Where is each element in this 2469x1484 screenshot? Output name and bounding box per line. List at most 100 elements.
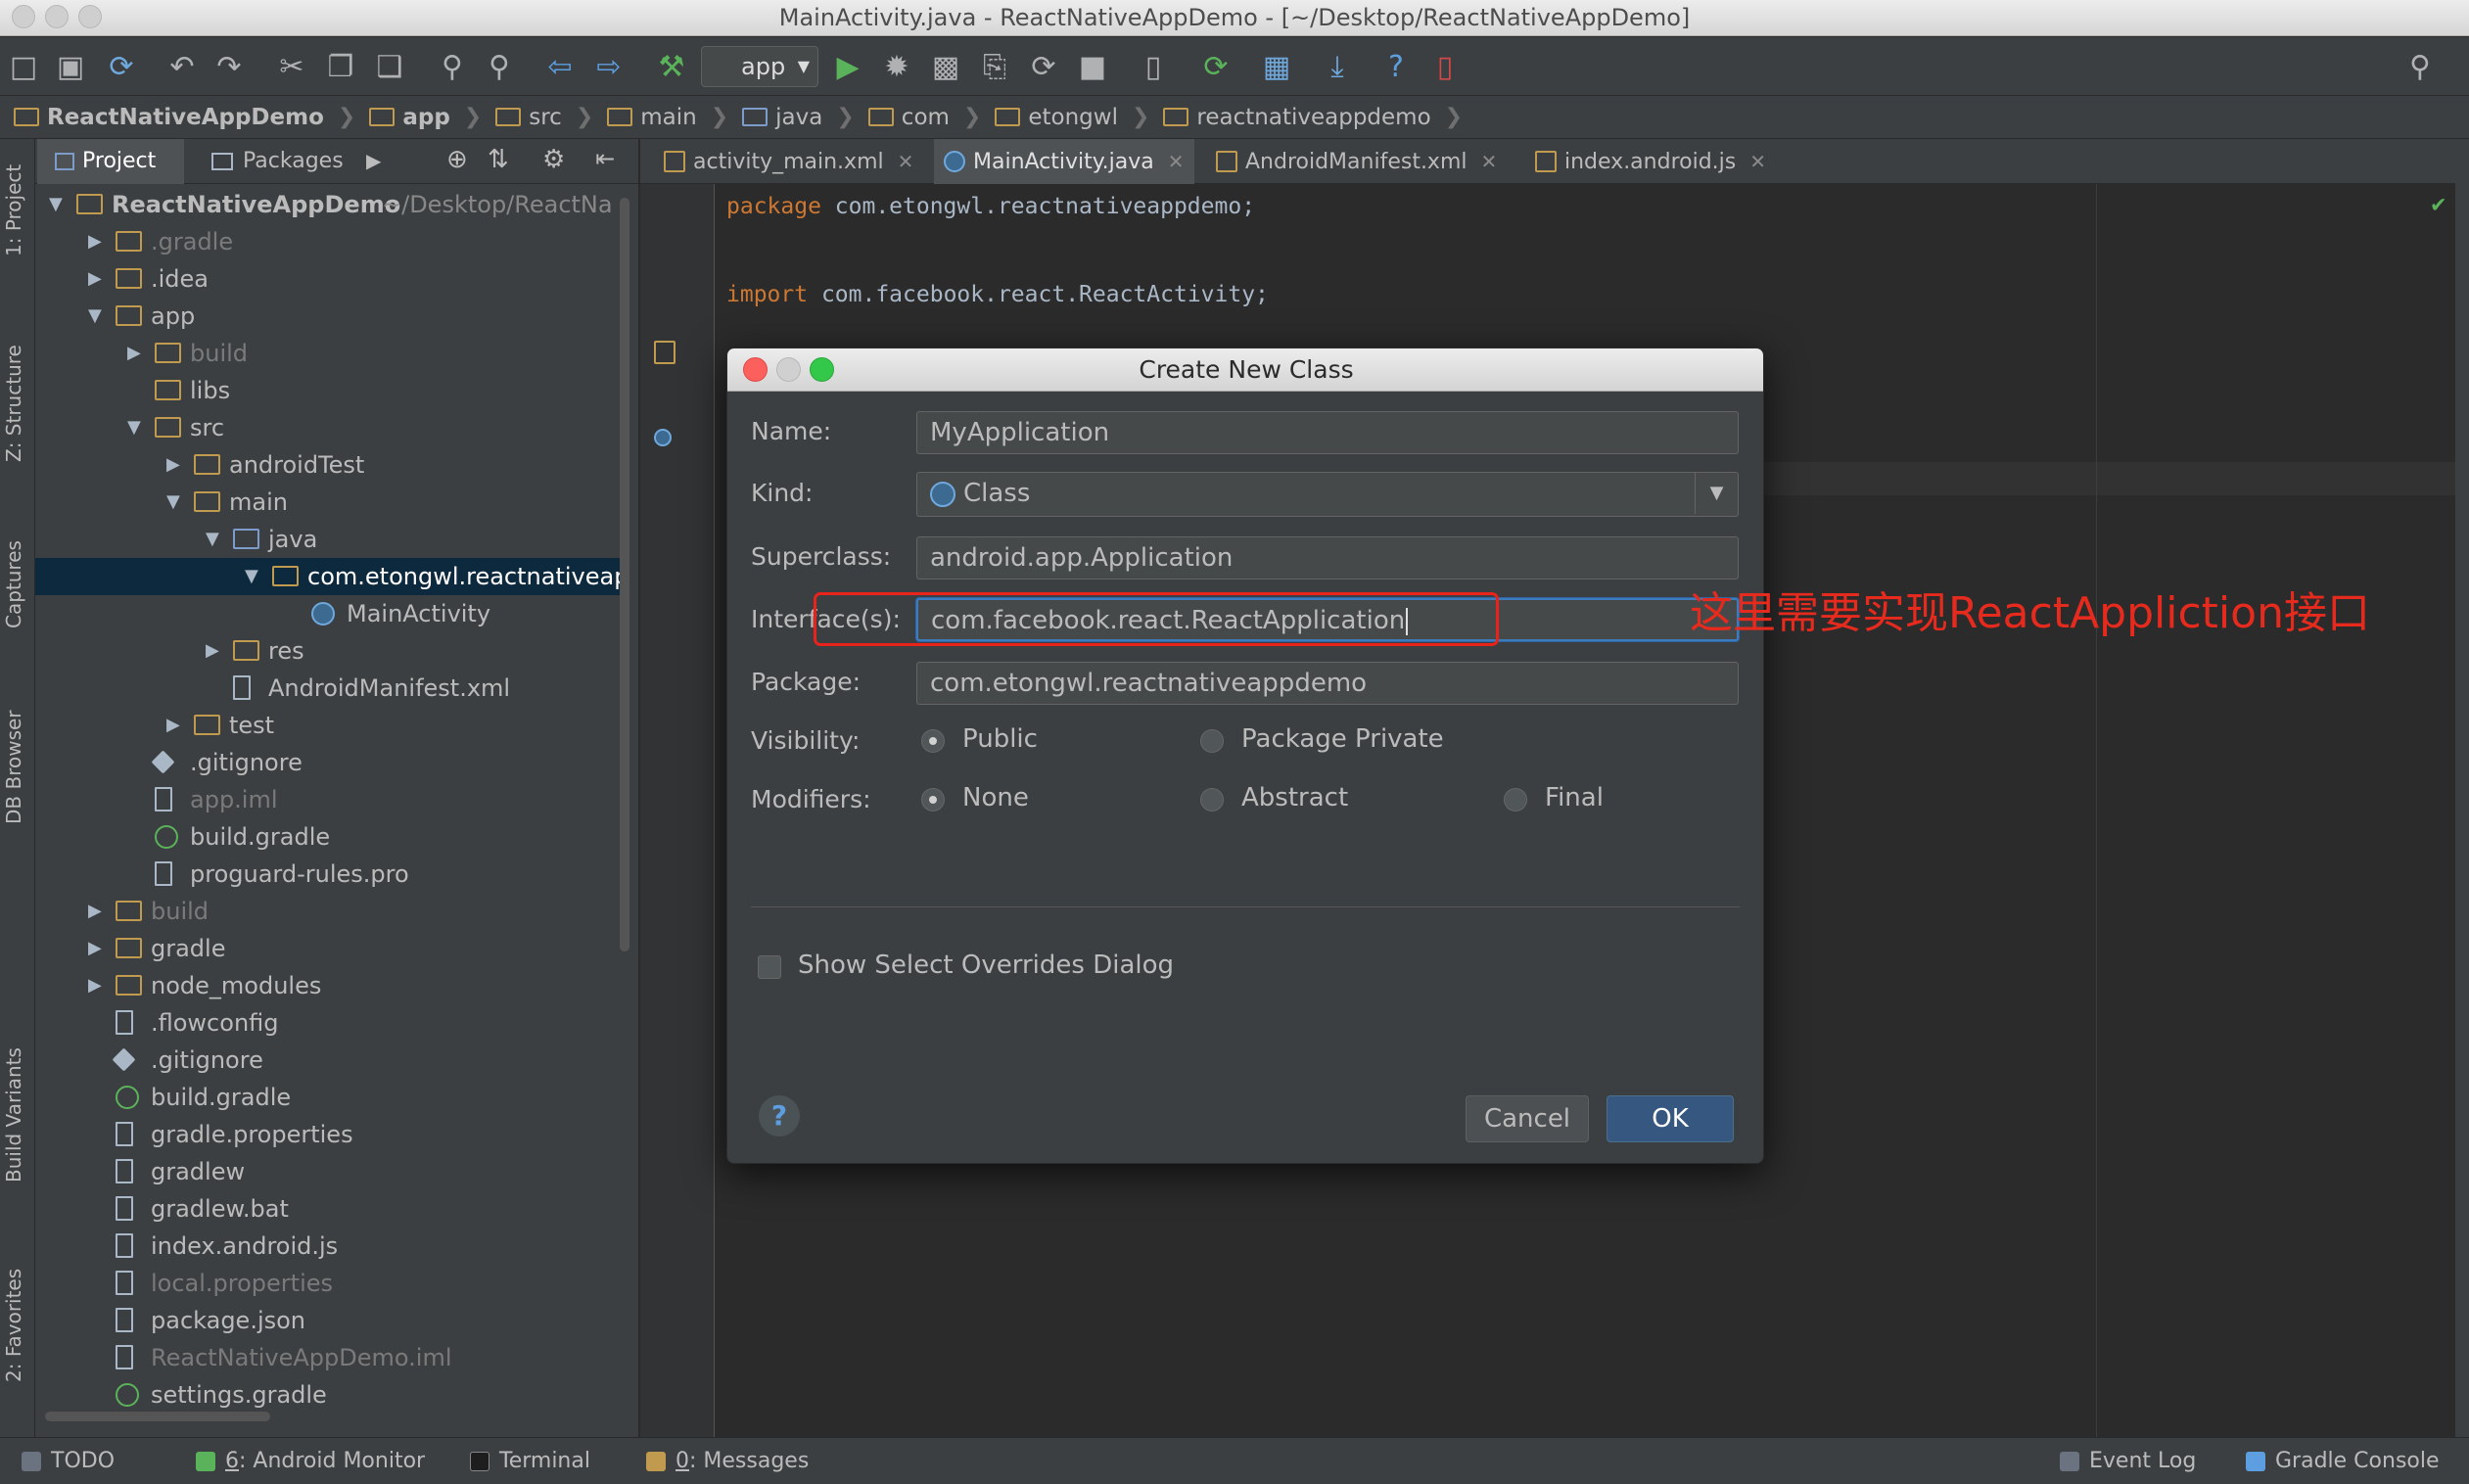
expand-arrow-icon[interactable]: ▼ [166, 484, 180, 521]
cut-icon[interactable]: ✂ [272, 47, 311, 86]
help-button[interactable]: ? [759, 1095, 800, 1136]
tree-item[interactable]: AndroidManifest.xml [35, 670, 628, 707]
tree-item[interactable]: local.properties [35, 1265, 628, 1302]
zoom-dialog-icon[interactable] [810, 357, 834, 382]
expand-arrow-icon[interactable]: ▼ [206, 521, 219, 558]
modifier-none-label[interactable]: None [962, 783, 1029, 812]
tree-item[interactable]: ▶ node_modules [35, 967, 628, 1004]
collapse-arrow-icon[interactable]: ▶ [166, 446, 180, 484]
undo-icon[interactable]: ↶ [163, 47, 202, 86]
visibility-package-private-radio[interactable] [1200, 729, 1224, 753]
tree-item[interactable]: MainActivity [35, 595, 628, 632]
tree-item[interactable]: proguard-rules.pro [35, 856, 628, 893]
name-field[interactable]: MyApplication [916, 411, 1739, 454]
tree-item[interactable]: ReactNativeAppDemo.iml [35, 1339, 628, 1376]
gradle-sync-icon[interactable]: ⟳ [1196, 47, 1235, 86]
tree-item[interactable]: build.gradle [35, 1079, 628, 1116]
tree-item[interactable]: ▼ java [35, 521, 628, 558]
hide-panel-icon[interactable]: ⇤ [595, 145, 615, 172]
tree-item[interactable]: gradlew.bat [35, 1190, 628, 1228]
modifier-final-radio[interactable] [1504, 788, 1527, 812]
modifier-abstract-radio[interactable] [1200, 788, 1224, 812]
tree-item[interactable]: app.iml [35, 781, 628, 818]
visibility-package-private-label[interactable]: Package Private [1241, 724, 1444, 754]
tree-item[interactable]: index.android.js [35, 1228, 628, 1265]
zoom-window-icon[interactable] [78, 5, 102, 28]
coverage-icon[interactable]: ▩ [926, 47, 965, 86]
tool-tab-event-log[interactable]: Event Log [2056, 1438, 2196, 1484]
close-window-icon[interactable] [12, 5, 35, 28]
tree-item[interactable]: ▶ gradle [35, 930, 628, 967]
expand-arrow-icon[interactable]: ▼ [88, 298, 102, 335]
redo-icon[interactable]: ↷ [210, 47, 249, 86]
modifier-none-radio[interactable] [921, 788, 945, 812]
collapse-arrow-icon[interactable]: ▶ [127, 335, 141, 372]
device-icon[interactable]: ▯ [1425, 47, 1465, 86]
visibility-public-radio[interactable] [921, 729, 945, 753]
show-overrides-checkbox[interactable] [758, 955, 781, 979]
copy-icon[interactable]: ❐ [321, 47, 360, 86]
tree-item[interactable]: ▼ com.etongwl.reactnativeap [35, 558, 628, 595]
collapse-arrow-icon[interactable]: ▶ [88, 967, 102, 1004]
breadcrumb-item[interactable]: src [495, 105, 562, 130]
override-marker-icon[interactable] [654, 429, 672, 446]
tool-tab-structure[interactable]: Z: Structure [2, 345, 25, 462]
ok-button[interactable]: OK [1607, 1095, 1734, 1142]
project-structure-icon[interactable]: ▦ [1257, 47, 1296, 86]
breadcrumb-item[interactable]: com [867, 105, 950, 130]
tool-tab-db-browser[interactable]: DB Browser [2, 710, 25, 824]
tree-item[interactable]: build.gradle [35, 818, 628, 856]
breadcrumb-item[interactable]: ReactNativeAppDemo [14, 105, 324, 130]
help-icon[interactable]: ? [1376, 47, 1416, 86]
breadcrumb-item[interactable]: app [369, 105, 450, 130]
debug-icon[interactable]: ✹ [877, 47, 916, 86]
search-everywhere-icon[interactable]: ⚲ [2400, 47, 2440, 86]
tree-item[interactable]: package.json [35, 1302, 628, 1339]
tree-item[interactable]: gradlew [35, 1153, 628, 1190]
forward-icon[interactable]: ⇨ [589, 47, 629, 86]
tool-tab-gradle-console[interactable]: Gradle Console [2242, 1438, 2440, 1484]
breadcrumb-item[interactable]: etongwl [995, 105, 1118, 130]
close-tab-icon[interactable]: ✕ [1749, 150, 1766, 173]
tool-tab-todo[interactable]: TODO [18, 1438, 115, 1484]
collapse-arrow-icon[interactable]: ▶ [88, 223, 102, 260]
tree-item[interactable]: gradle.properties [35, 1116, 628, 1153]
tab-activity-main-xml[interactable]: activity_main.xml ✕ [654, 139, 918, 184]
run-configuration-select[interactable]: app ▼ [701, 46, 818, 87]
cancel-button[interactable]: Cancel [1466, 1095, 1589, 1142]
run-icon[interactable]: ▶ [828, 47, 867, 86]
tab-packages[interactable]: Packages [198, 139, 374, 184]
chevron-right-icon[interactable]: ▶ [366, 149, 381, 172]
close-tab-icon[interactable]: ✕ [1481, 150, 1498, 173]
tab-project[interactable]: Project [37, 139, 184, 184]
kind-select[interactable]: Class ▼ [916, 472, 1739, 517]
package-field[interactable]: com.etongwl.reactnativeappdemo [916, 662, 1739, 705]
modifier-abstract-label[interactable]: Abstract [1241, 783, 1348, 812]
replace-icon[interactable]: ⚲ [480, 47, 519, 86]
tree-item[interactable]: ▶ test [35, 707, 628, 744]
sync-icon[interactable]: ⟳ [102, 47, 141, 86]
tree-item[interactable]: ▼ main [35, 484, 628, 521]
open-folder-icon[interactable]: □ [4, 47, 43, 86]
tool-tab-captures[interactable]: Captures [2, 540, 25, 628]
visibility-public-label[interactable]: Public [962, 724, 1038, 754]
collapse-all-icon[interactable]: ⇅ [488, 145, 509, 174]
collapse-arrow-icon[interactable]: ▶ [88, 893, 102, 930]
breadcrumb-item[interactable]: reactnativeappdemo [1163, 105, 1431, 130]
tree-item[interactable]: ▼ src [35, 409, 628, 446]
tree-item[interactable]: .gitignore [35, 744, 628, 781]
sdk-icon[interactable]: ⤓ [1318, 47, 1357, 86]
project-tree-scrollbar[interactable] [620, 198, 629, 951]
gear-icon[interactable]: ⚙ [542, 145, 565, 174]
collapse-arrow-icon[interactable]: ▶ [166, 707, 180, 744]
minimize-window-icon[interactable] [45, 5, 69, 28]
breadcrumb-item[interactable]: java [742, 105, 822, 130]
tree-item[interactable]: ▶ androidTest [35, 446, 628, 484]
expand-arrow-icon[interactable]: ▼ [49, 186, 63, 223]
tree-item[interactable]: libs [35, 372, 628, 409]
collapse-arrow-icon[interactable]: ▶ [88, 930, 102, 967]
scroll-from-source-icon[interactable]: ⊕ [446, 145, 468, 174]
expand-arrow-icon[interactable]: ▼ [245, 558, 258, 595]
tree-item[interactable]: settings.gradle [35, 1376, 628, 1414]
paste-icon[interactable]: ❑ [370, 47, 409, 86]
